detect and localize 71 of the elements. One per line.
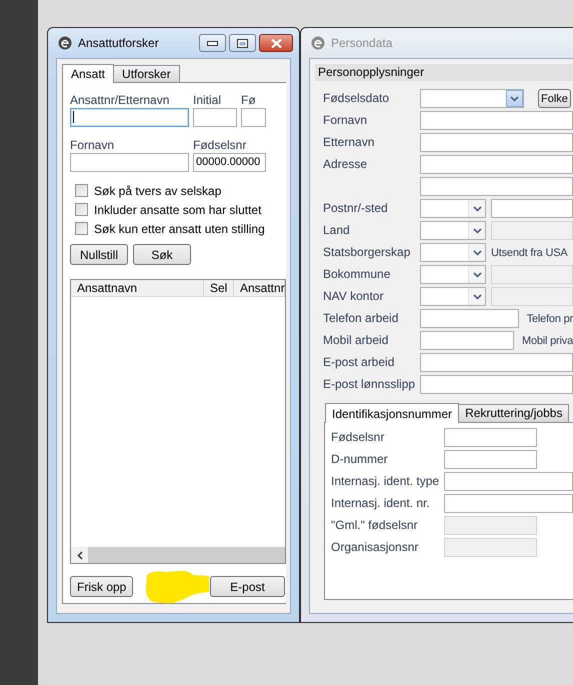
chevron-down-icon xyxy=(472,294,482,300)
input-field[interactable] xyxy=(70,108,189,127)
action-button[interactable]: Nullstill xyxy=(70,244,128,265)
chevron-down-icon xyxy=(472,228,482,234)
column-header[interactable]: Ansattnr xyxy=(234,280,285,296)
field-label: Fødselsnr xyxy=(331,429,386,446)
field-label: Organisasjonsnr xyxy=(331,539,420,556)
field-label: Initial xyxy=(193,93,222,107)
field-label: Mobil priva xyxy=(522,334,573,346)
field-label: Fødselsnr xyxy=(193,138,248,152)
input-field[interactable] xyxy=(444,472,573,491)
field-label: Etternavn xyxy=(323,134,376,151)
chevron-down-icon xyxy=(510,96,519,102)
minimize-icon xyxy=(207,40,218,46)
field-label: Adresse xyxy=(323,156,368,173)
input-field[interactable] xyxy=(241,108,266,127)
email-button[interactable]: E-post xyxy=(210,576,285,597)
chevron-down-icon xyxy=(472,206,482,212)
close-icon xyxy=(270,38,282,48)
input-field[interactable] xyxy=(193,108,237,127)
field-label: Utsendt fra USA xyxy=(491,246,568,258)
field-label: Ansattnr/Etternavn xyxy=(70,93,170,107)
chevron-down-icon xyxy=(472,250,482,256)
checkbox-label: Inkluder ansatte som har sluttet xyxy=(94,202,262,216)
redaction-mark xyxy=(145,570,210,604)
field-label: Fø xyxy=(241,93,257,107)
scrollbar[interactable] xyxy=(71,547,285,563)
app-icon xyxy=(58,36,72,50)
checkbox[interactable] xyxy=(75,203,88,216)
field-label: Mobil arbeid xyxy=(323,332,390,349)
field-label: D-nummer xyxy=(331,451,389,468)
input-field[interactable]: 00000.00000 xyxy=(193,153,266,172)
input-field[interactable] xyxy=(444,450,537,469)
field-label: "Gml." fødselsnr xyxy=(331,517,419,534)
tab[interactable]: Ansatt xyxy=(62,64,114,83)
field-label: Fødselsdato xyxy=(323,90,390,107)
close-button[interactable] xyxy=(259,34,293,52)
field-label: Fornavn xyxy=(70,138,116,152)
input-field[interactable] xyxy=(444,494,573,513)
checkbox[interactable] xyxy=(75,184,88,197)
field-label: Land xyxy=(323,222,351,239)
minimize-button[interactable] xyxy=(199,34,226,52)
field-label: Bokommune xyxy=(323,266,392,283)
window-title: Persondata xyxy=(331,36,392,50)
chevron-down-icon xyxy=(472,272,482,278)
app-icon xyxy=(311,36,325,50)
column-header[interactable]: Ansattnavn xyxy=(71,280,204,296)
maximize-icon xyxy=(237,38,248,48)
field-label: Statsborgerskap xyxy=(323,244,412,261)
field-label: NAV kontor xyxy=(323,288,384,305)
field-label: Internasj. ident. nr. xyxy=(331,495,431,512)
window-title: Ansattutforsker xyxy=(78,36,159,50)
column-header[interactable]: Sel xyxy=(204,280,234,296)
field-label: E-post arbeid xyxy=(323,354,396,371)
checkbox[interactable] xyxy=(75,222,88,235)
field-label: Postnr/-sted xyxy=(323,200,389,217)
chevron-left-icon xyxy=(76,550,82,560)
input-field[interactable] xyxy=(444,428,537,447)
input-field[interactable] xyxy=(70,153,189,172)
checkbox-label: Søk på tvers av selskap xyxy=(94,184,222,198)
section-header: Personopplysninger xyxy=(315,64,573,81)
maximize-button[interactable] xyxy=(229,34,256,52)
action-button[interactable]: Søk xyxy=(133,244,191,265)
refresh-button[interactable]: Frisk opp xyxy=(70,576,133,597)
field-label: Telefon pr xyxy=(526,312,573,324)
field-label: Telefon arbeid xyxy=(323,310,400,327)
field-label: Internasj. ident. type xyxy=(331,473,440,490)
field-label: E-post lønnsslipp xyxy=(323,376,416,393)
tab[interactable]: Utforsker xyxy=(113,65,180,82)
checkbox-label: Søk kun etter ansatt uten stilling xyxy=(94,222,265,236)
field-label: Fornavn xyxy=(323,112,368,129)
